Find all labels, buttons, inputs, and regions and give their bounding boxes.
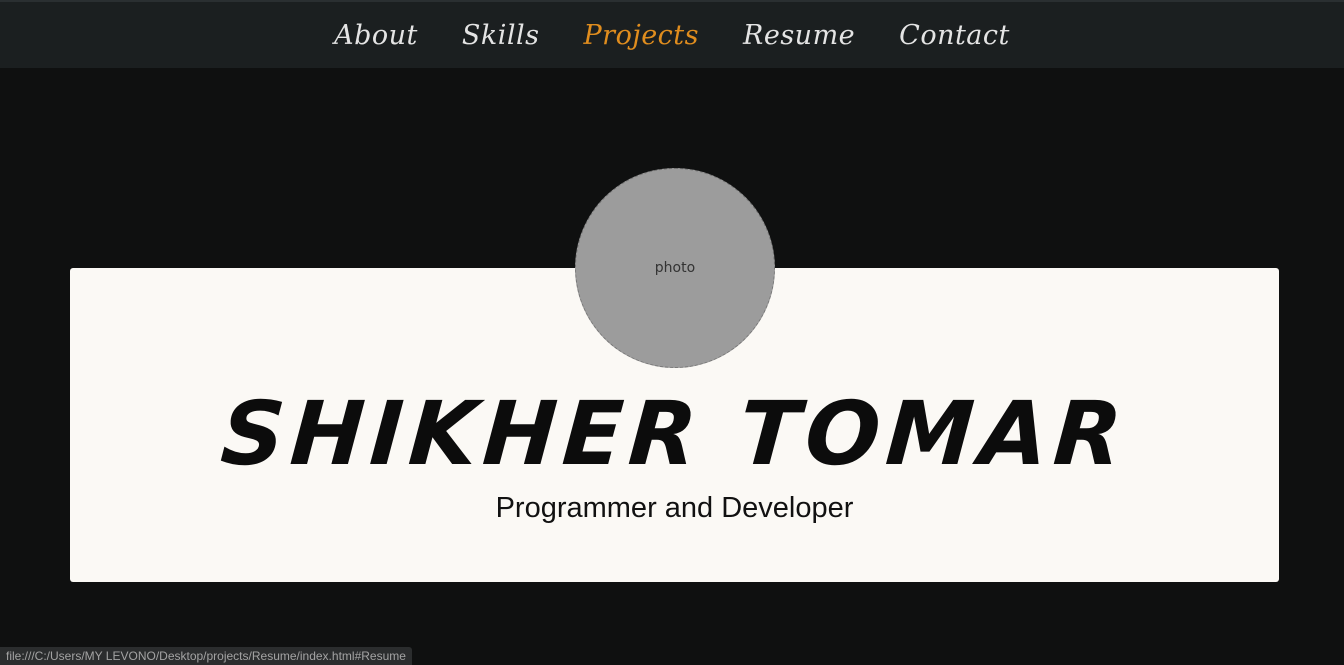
- nav-link-contact[interactable]: Contact: [899, 20, 1010, 51]
- nav-link-projects[interactable]: Projects: [584, 20, 700, 51]
- main-nav: About Skills Projects Resume Contact: [0, 2, 1344, 68]
- status-bar-url: file:///C:/Users/MY LEVONO/Desktop/proje…: [0, 647, 412, 665]
- nav-link-resume[interactable]: Resume: [743, 20, 855, 51]
- hero-name: SHIKHER TOMAR: [217, 382, 1132, 485]
- hero-subtitle: Programmer and Developer: [495, 492, 854, 524]
- nav-link-skills[interactable]: Skills: [462, 20, 540, 51]
- nav-link-about[interactable]: About: [334, 20, 418, 51]
- avatar-placeholder-label: photo: [654, 260, 696, 276]
- avatar: photo: [575, 168, 775, 368]
- top-navigation-bar: About Skills Projects Resume Contact: [0, 0, 1344, 68]
